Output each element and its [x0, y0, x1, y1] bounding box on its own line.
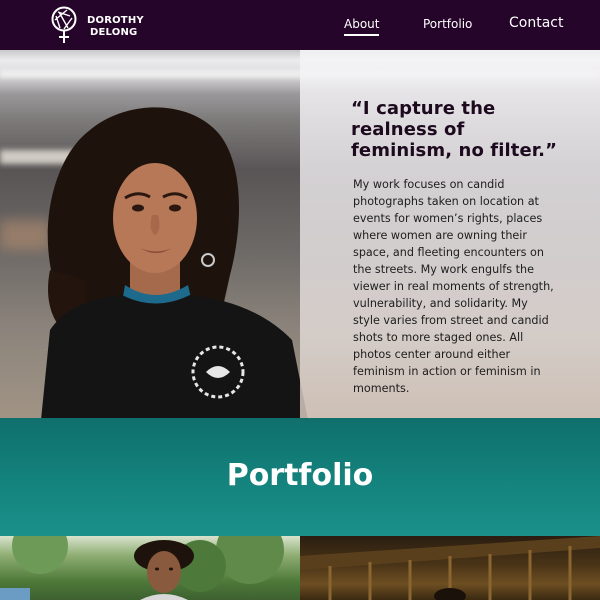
- gallery-photo-wooden-structure: [300, 536, 600, 600]
- brand-name[interactable]: DOROTHY DELONG: [87, 15, 144, 39]
- gallery-photo-child-outdoors: [0, 536, 284, 600]
- portfolio-gallery: [0, 536, 600, 600]
- hero-quote: “I capture the realness of feminism, no …: [351, 98, 558, 161]
- top-navigation-bar: DOROTHY DELONG About Portfolio Contact: [0, 0, 600, 50]
- gallery-photo[interactable]: [0, 536, 300, 600]
- nav-link-about[interactable]: About: [344, 16, 380, 36]
- gallery-photo[interactable]: [300, 536, 600, 600]
- brand-name-line2: DELONG: [90, 27, 138, 38]
- brand-name-line1: DOROTHY: [87, 15, 144, 26]
- nav-link-contact[interactable]: Contact: [509, 15, 563, 31]
- nav-link-portfolio[interactable]: Portfolio: [423, 16, 472, 32]
- hero-portrait-photo: [41, 107, 308, 418]
- about-bio-text: My work focuses on candid photographs ta…: [353, 178, 554, 395]
- camera-aperture-venus-icon[interactable]: [50, 6, 78, 44]
- portfolio-heading: Portfolio: [226, 458, 374, 493]
- portfolio-section-header: Portfolio: [0, 418, 600, 536]
